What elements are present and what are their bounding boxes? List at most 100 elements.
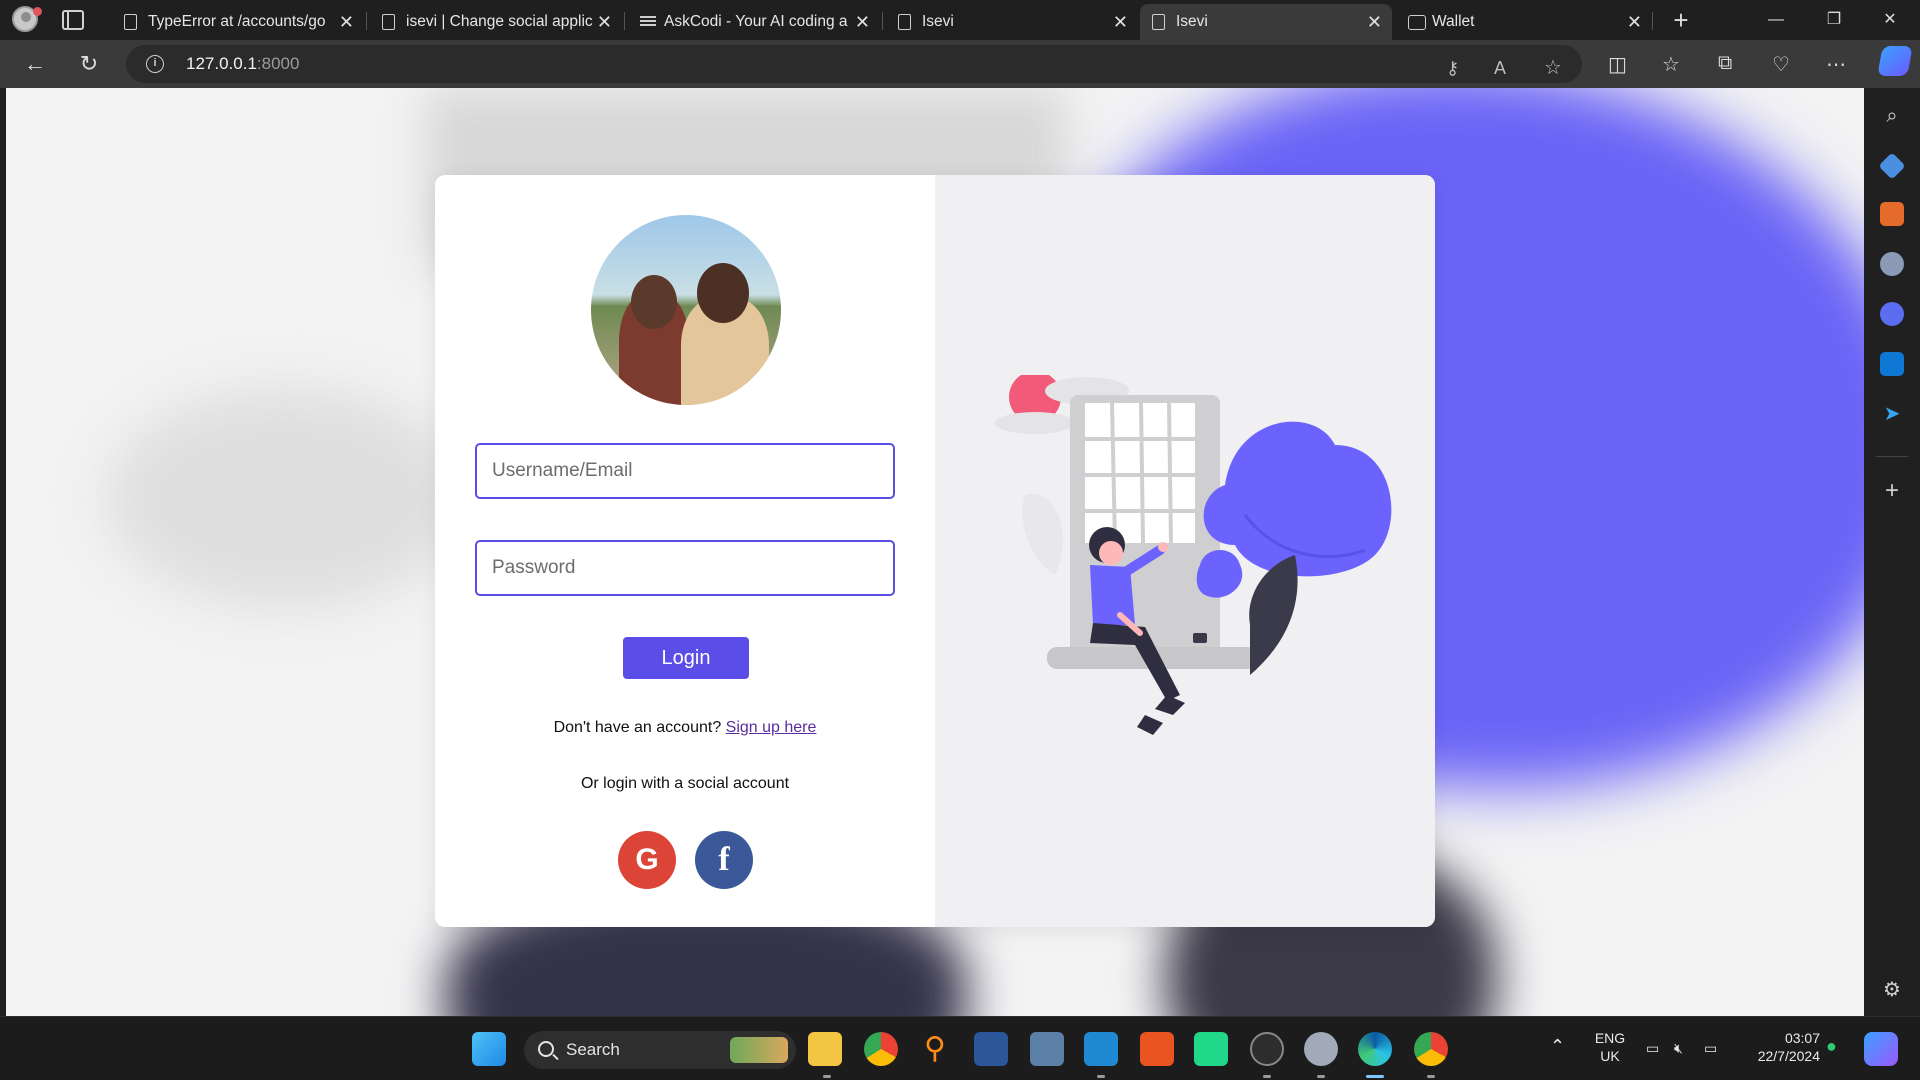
search-icon[interactable]: ⌕	[1880, 104, 1904, 128]
tab-typeerror[interactable]: TypeError at /accounts/go ✕	[112, 4, 364, 40]
woman-at-window-illustration	[995, 375, 1392, 735]
new-tab-button[interactable]: +	[1664, 4, 1698, 38]
vscode-icon[interactable]	[1084, 1032, 1118, 1066]
chevron-up-icon[interactable]: ⌃	[1550, 1037, 1565, 1055]
tools-icon[interactable]	[1880, 202, 1904, 226]
navigation-bar: ← ↻ i 127.0.0.1:8000 ⚷ A ☆ ◫ ☆ ⧉ ♡ ⋯	[0, 40, 1920, 88]
windows-start-icon[interactable]	[472, 1032, 506, 1066]
page-icon	[898, 14, 911, 30]
ubuntu-icon[interactable]	[1140, 1032, 1174, 1066]
notification-bell-icon[interactable]: ●	[1826, 1037, 1837, 1055]
signup-prompt: Don't have an account? Sign up here	[435, 719, 935, 737]
favorites-icon[interactable]: ☆	[1662, 52, 1680, 77]
tab-isevi-1[interactable]: Isevi ✕	[886, 4, 1138, 40]
tab-title: AskCodi - Your AI coding a	[664, 13, 848, 30]
login-card: Login Don't have an account? Sign up her…	[435, 175, 1435, 927]
language-indicator[interactable]: ENG UK	[1592, 1029, 1628, 1065]
login-button[interactable]: Login	[623, 637, 749, 679]
face-shape	[1099, 541, 1123, 565]
close-icon[interactable]: ✕	[597, 4, 612, 40]
tab-isevi-active[interactable]: Isevi ✕	[1140, 4, 1392, 40]
taskbar-search[interactable]: Search	[524, 1031, 796, 1069]
copilot-icon[interactable]	[1877, 46, 1913, 76]
page-viewport: Login Don't have an account? Sign up her…	[6, 88, 1864, 1016]
outlook-icon[interactable]	[1880, 352, 1904, 376]
close-icon[interactable]: ✕	[1367, 4, 1382, 40]
app-bot-icon[interactable]	[1250, 1032, 1284, 1066]
wallet-icon	[1408, 15, 1426, 30]
close-icon[interactable]: ✕	[1113, 4, 1128, 40]
dark-leaf	[1249, 555, 1298, 675]
pycharm-icon[interactable]	[1194, 1032, 1228, 1066]
games-icon[interactable]	[1880, 252, 1904, 276]
profile-avatar[interactable]	[12, 6, 44, 34]
tab-change-social-app[interactable]: isevi | Change social applic ✕	[370, 4, 622, 40]
cloud-shape	[995, 412, 1075, 434]
add-icon[interactable]: +	[1880, 479, 1904, 504]
search-app-icon[interactable]: ⚲	[918, 1032, 952, 1066]
shoe-shape	[1155, 695, 1185, 715]
shopping-tag-icon[interactable]	[1878, 152, 1906, 180]
date-text: 22/7/2024	[1757, 1048, 1820, 1064]
social-login-text: Or login with a social account	[580, 775, 790, 792]
remote-desktop-icon[interactable]	[1030, 1032, 1064, 1066]
page-icon	[1152, 14, 1165, 30]
split-screen-icon[interactable]: ◫	[1608, 52, 1627, 77]
close-window-button[interactable]: ✕	[1862, 0, 1918, 40]
back-button[interactable]: ←	[18, 48, 52, 80]
close-icon[interactable]: ✕	[855, 4, 870, 40]
file-explorer-icon[interactable]	[808, 1032, 842, 1066]
facebook-login-button[interactable]: f	[695, 831, 753, 889]
collections-icon[interactable]: ⧉	[1718, 52, 1732, 75]
network-icon[interactable]: ▭	[1646, 1039, 1659, 1057]
address-bar[interactable]: i 127.0.0.1:8000 ⚷ A ☆	[126, 45, 1582, 83]
settings-app-icon[interactable]	[1304, 1032, 1338, 1066]
signup-prompt-text: Don't have an account?	[553, 719, 722, 736]
read-aloud-icon[interactable]: A	[1494, 58, 1506, 79]
tab-wallet[interactable]: Wallet ✕	[1396, 4, 1652, 40]
edge-icon[interactable]	[1358, 1032, 1392, 1066]
facebook-icon: f	[718, 841, 730, 878]
page-icon	[382, 14, 395, 30]
chrome-profile-icon[interactable]	[1414, 1032, 1448, 1066]
settings-gear-icon[interactable]: ⚙	[1880, 978, 1904, 1002]
send-icon[interactable]: ➤	[1880, 402, 1904, 426]
tab-title: TypeError at /accounts/go	[148, 13, 326, 30]
close-icon[interactable]: ✕	[1627, 4, 1642, 40]
copilot-taskbar-icon[interactable]	[1864, 1032, 1898, 1066]
tab-askcodi[interactable]: AskCodi - Your AI coding a ✕	[628, 4, 880, 40]
url-port: :8000	[256, 54, 300, 73]
tab-actions-icon[interactable]	[62, 10, 84, 30]
restore-button[interactable]: ❐	[1806, 0, 1862, 40]
url-host: 127.0.0.1	[186, 54, 257, 73]
password-input[interactable]	[477, 542, 893, 594]
site-info-icon[interactable]: i	[146, 55, 164, 73]
search-label: Search	[566, 1040, 620, 1059]
url-text[interactable]: 127.0.0.1:8000	[186, 54, 299, 74]
word-icon[interactable]	[974, 1032, 1008, 1066]
clock[interactable]: 03:07 22/7/2024	[1740, 1029, 1820, 1065]
chrome-icon[interactable]	[864, 1032, 898, 1066]
illustration-panel	[935, 175, 1435, 927]
battery-icon[interactable]: ▭	[1704, 1039, 1717, 1057]
refresh-button[interactable]: ↻	[72, 48, 106, 80]
more-menu-icon[interactable]: ⋯	[1826, 52, 1846, 77]
signup-link[interactable]: Sign up here	[726, 719, 817, 736]
username-field[interactable]	[475, 443, 895, 499]
volume-muted-icon[interactable]: 🔇︎	[1674, 1039, 1683, 1057]
minimize-button[interactable]: —	[1748, 0, 1804, 40]
favorite-star-icon[interactable]: ☆	[1544, 55, 1562, 80]
key-icon[interactable]: ⚷	[1446, 58, 1459, 79]
username-input[interactable]	[477, 445, 893, 497]
password-field[interactable]	[475, 540, 895, 596]
language-text: ENG	[1594, 1030, 1626, 1046]
google-login-button[interactable]: G	[618, 831, 676, 889]
windows-taskbar: Search ⚲ ⌃ ENG UK ▭ 🔇︎ ▭ 03:07 22/7/2024…	[0, 1016, 1920, 1080]
close-icon[interactable]: ✕	[339, 4, 354, 40]
tab-title: Wallet	[1432, 13, 1475, 30]
search-highlight-icon	[730, 1037, 788, 1063]
browser-essentials-icon[interactable]: ♡	[1772, 52, 1790, 77]
microsoft-365-icon[interactable]	[1880, 302, 1904, 326]
tab-title: isevi | Change social applic	[406, 13, 593, 30]
region-text: UK	[1600, 1048, 1620, 1064]
